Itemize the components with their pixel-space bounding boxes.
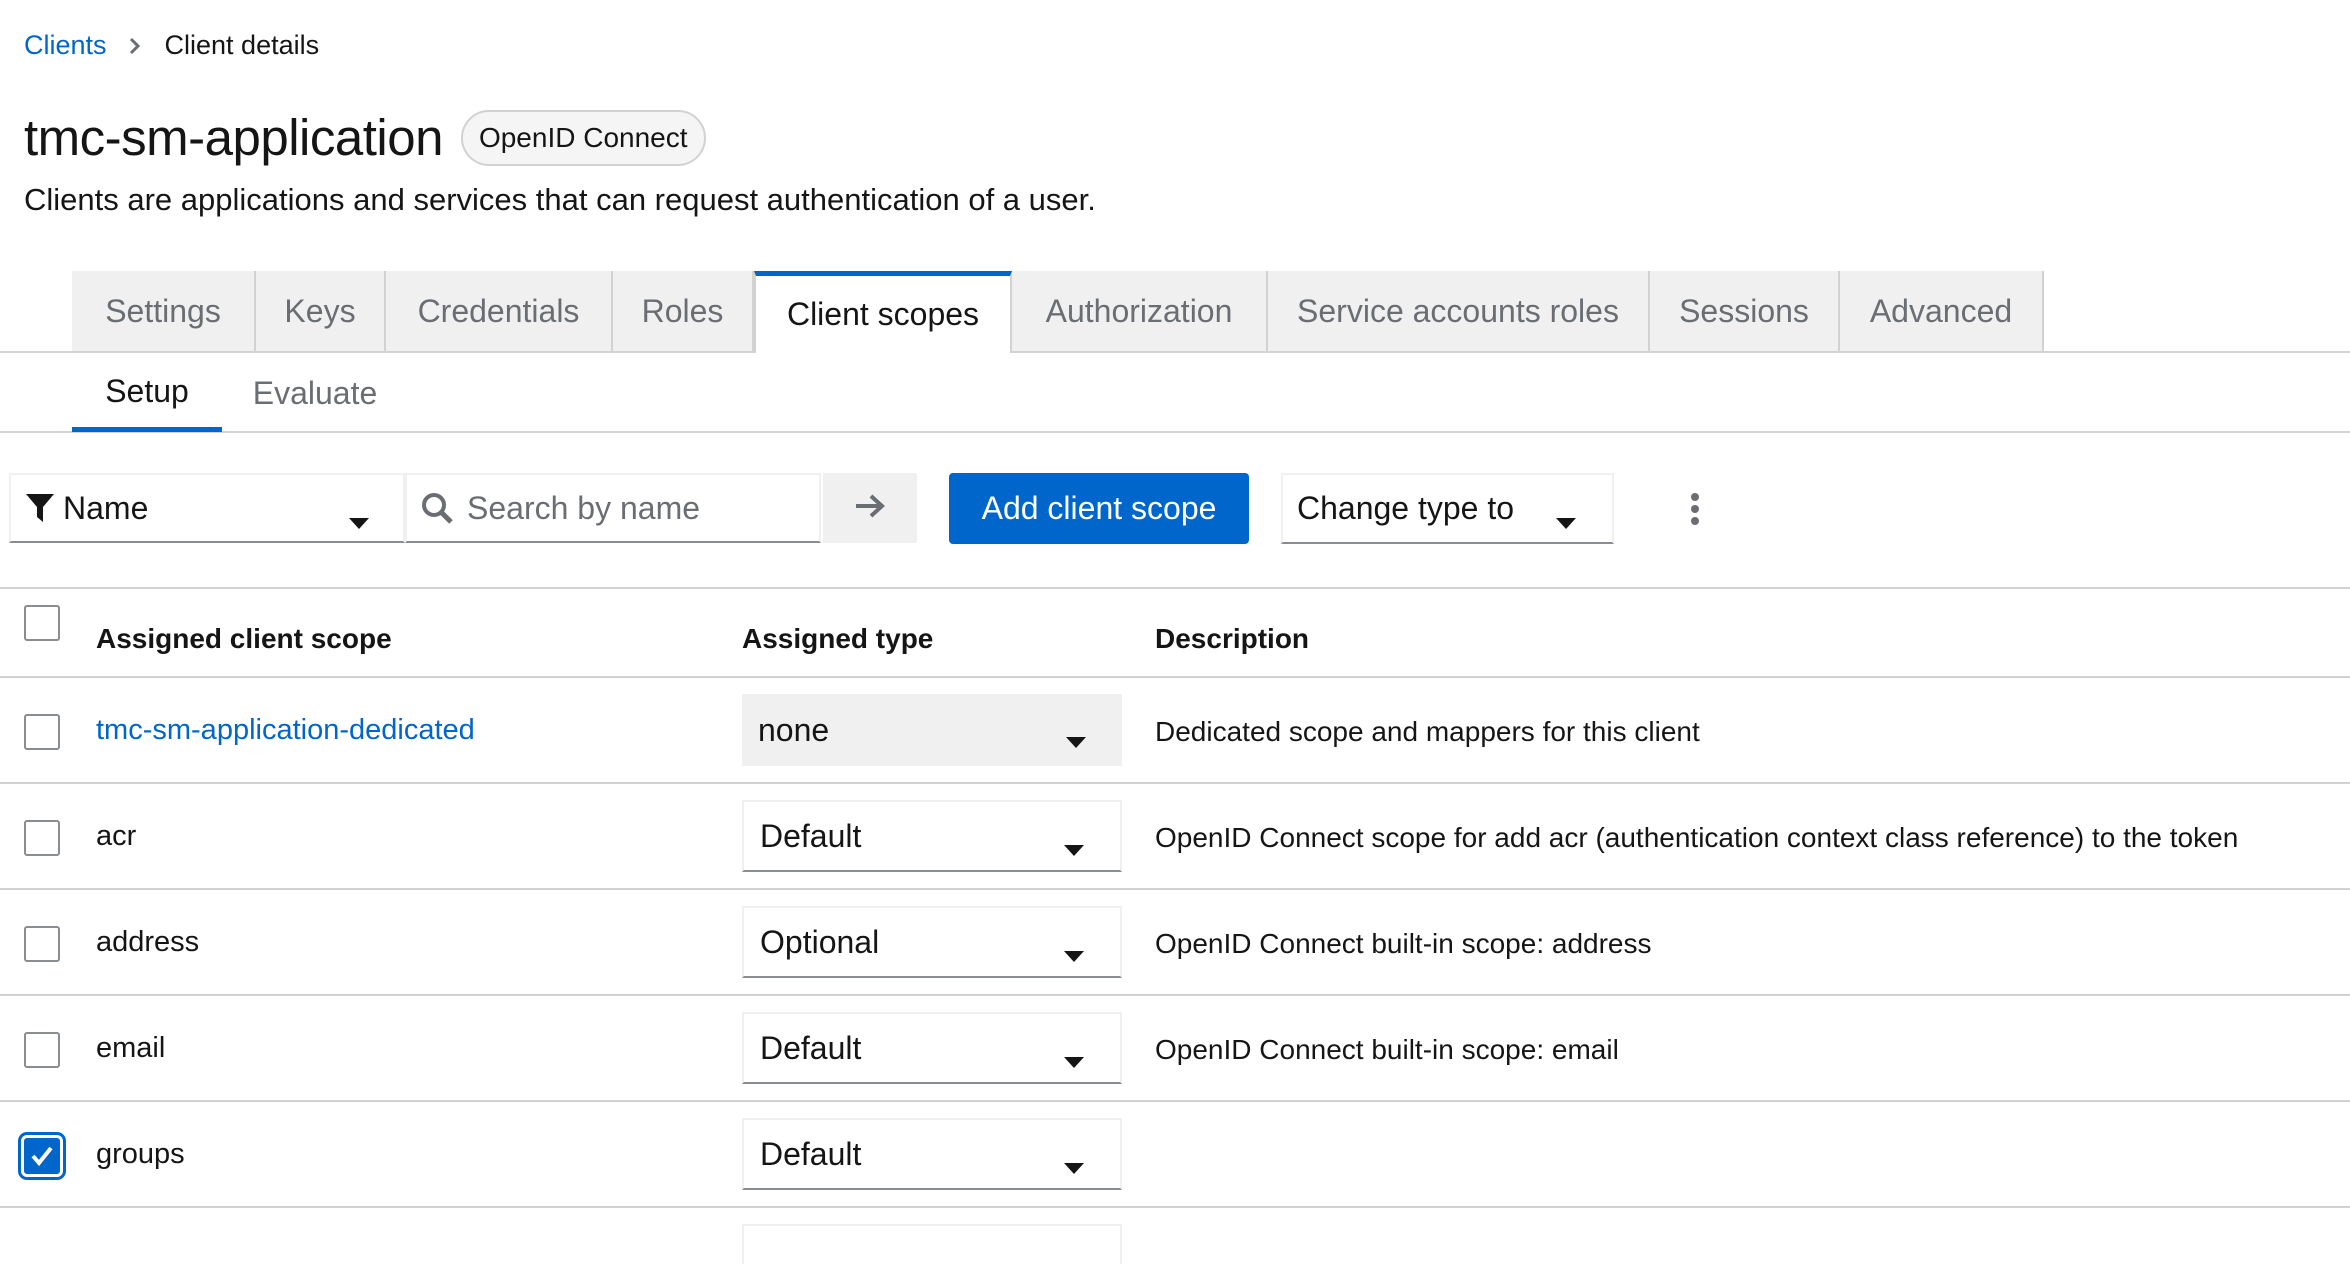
- search-icon: [421, 492, 453, 524]
- client-tabs: Settings Keys Credentials Roles Client s…: [0, 271, 2350, 353]
- scope-description: OpenID Connect built-in scope: address: [1155, 928, 1652, 959]
- tab-evaluate[interactable]: Evaluate: [222, 355, 408, 431]
- filter-icon: [25, 492, 55, 524]
- client-scopes-table: Assigned client scope Assigned type Desc…: [0, 587, 2350, 1264]
- table-row-partial: [0, 1208, 2350, 1264]
- table-header: Assigned client scope Assigned type Desc…: [0, 587, 2350, 678]
- caret-down-icon: [1064, 828, 1084, 865]
- tab-settings[interactable]: Settings: [72, 271, 256, 351]
- scope-name: email: [96, 1032, 166, 1064]
- tab-advanced[interactable]: Advanced: [1840, 271, 2044, 351]
- select-all-checkbox[interactable]: [24, 605, 60, 641]
- tab-credentials[interactable]: Credentials: [386, 271, 613, 351]
- protocol-badge: OpenID Connect: [460, 109, 706, 166]
- caret-down-icon: [1064, 934, 1084, 971]
- row-checkbox[interactable]: [24, 714, 60, 750]
- assigned-type-select[interactable]: Default: [742, 1118, 1122, 1190]
- scope-name-link[interactable]: tmc-sm-application-dedicated: [96, 714, 475, 747]
- breadcrumb: Clients Client details: [24, 30, 319, 61]
- tab-authorization[interactable]: Authorization: [1012, 271, 1268, 351]
- search-submit-button[interactable]: [823, 473, 917, 543]
- row-checkbox[interactable]: [24, 926, 60, 962]
- row-checkbox[interactable]: [24, 1032, 60, 1068]
- table-row: address Optional OpenID Connect built-in…: [0, 890, 2350, 996]
- breadcrumb-current: Client details: [164, 30, 320, 60]
- change-type-select[interactable]: Change type to: [1281, 473, 1614, 544]
- table-row: tmc-sm-application-dedicated none Dedica…: [0, 678, 2350, 784]
- table-row: groups Default: [0, 1102, 2350, 1208]
- page-subtitle: Clients are applications and services th…: [24, 182, 1096, 217]
- assigned-type-value: Default: [760, 1029, 862, 1066]
- table-row: acr Default OpenID Connect scope for add…: [0, 784, 2350, 890]
- caret-down-icon: [1064, 1146, 1084, 1183]
- checkmark-icon: [29, 1143, 55, 1174]
- row-checkbox-checked[interactable]: [18, 1132, 66, 1180]
- column-header-description: Description: [1155, 623, 1310, 654]
- tab-roles[interactable]: Roles: [613, 271, 754, 351]
- client-scopes-subtabs: Setup Evaluate: [0, 355, 2350, 433]
- assigned-type-value: none: [758, 711, 830, 748]
- scope-description: OpenID Connect built-in scope: email: [1155, 1034, 1619, 1065]
- assigned-type-value: Optional: [760, 923, 880, 960]
- search-box: [405, 473, 821, 543]
- kebab-menu-icon[interactable]: [1680, 489, 1710, 529]
- assigned-type-select[interactable]: Default: [742, 1012, 1122, 1084]
- filter-attribute-select[interactable]: Name: [9, 473, 405, 543]
- scope-name: address: [96, 926, 200, 958]
- toolbar: Name Add client scope Change type to: [0, 473, 2350, 545]
- column-header-name[interactable]: Assigned client scope: [96, 623, 392, 655]
- tab-setup[interactable]: Setup: [72, 355, 222, 432]
- chevron-right-icon: [129, 37, 141, 55]
- column-header-type[interactable]: Assigned type: [742, 623, 933, 655]
- assigned-type-value: Default: [760, 1135, 862, 1172]
- tab-sessions[interactable]: Sessions: [1650, 271, 1840, 351]
- row-checkbox[interactable]: [24, 820, 60, 856]
- scope-name: groups: [96, 1138, 185, 1170]
- tab-service-accounts-roles[interactable]: Service accounts roles: [1268, 271, 1650, 351]
- page-title: tmc-sm-application: [24, 109, 443, 166]
- add-client-scope-button[interactable]: Add client scope: [949, 473, 1249, 544]
- assigned-type-select[interactable]: Default: [742, 800, 1122, 872]
- assigned-type-select[interactable]: [742, 1224, 1122, 1264]
- assigned-type-value: Default: [760, 817, 862, 854]
- scope-description: OpenID Connect scope for add acr (authen…: [1155, 822, 2239, 853]
- breadcrumb-clients-link[interactable]: Clients: [24, 30, 107, 61]
- arrow-right-icon: [855, 493, 885, 524]
- caret-down-icon: [1064, 1040, 1084, 1077]
- change-type-label: Change type to: [1297, 490, 1515, 526]
- tab-keys[interactable]: Keys: [256, 271, 386, 351]
- caret-down-icon: [1556, 501, 1576, 538]
- scope-description: Dedicated scope and mappers for this cli…: [1155, 716, 1700, 747]
- assigned-type-select: none: [742, 694, 1122, 766]
- filter-attribute-value: Name: [63, 489, 149, 526]
- assigned-type-select[interactable]: Optional: [742, 906, 1122, 978]
- search-input[interactable]: [465, 488, 809, 528]
- table-row: email Default OpenID Connect built-in sc…: [0, 996, 2350, 1102]
- caret-down-icon: [1066, 720, 1086, 757]
- page-header: tmc-sm-application OpenID Connect: [24, 108, 706, 167]
- caret-down-icon: [349, 501, 369, 538]
- scope-name: acr: [96, 820, 137, 852]
- tab-client-scopes[interactable]: Client scopes: [754, 271, 1012, 353]
